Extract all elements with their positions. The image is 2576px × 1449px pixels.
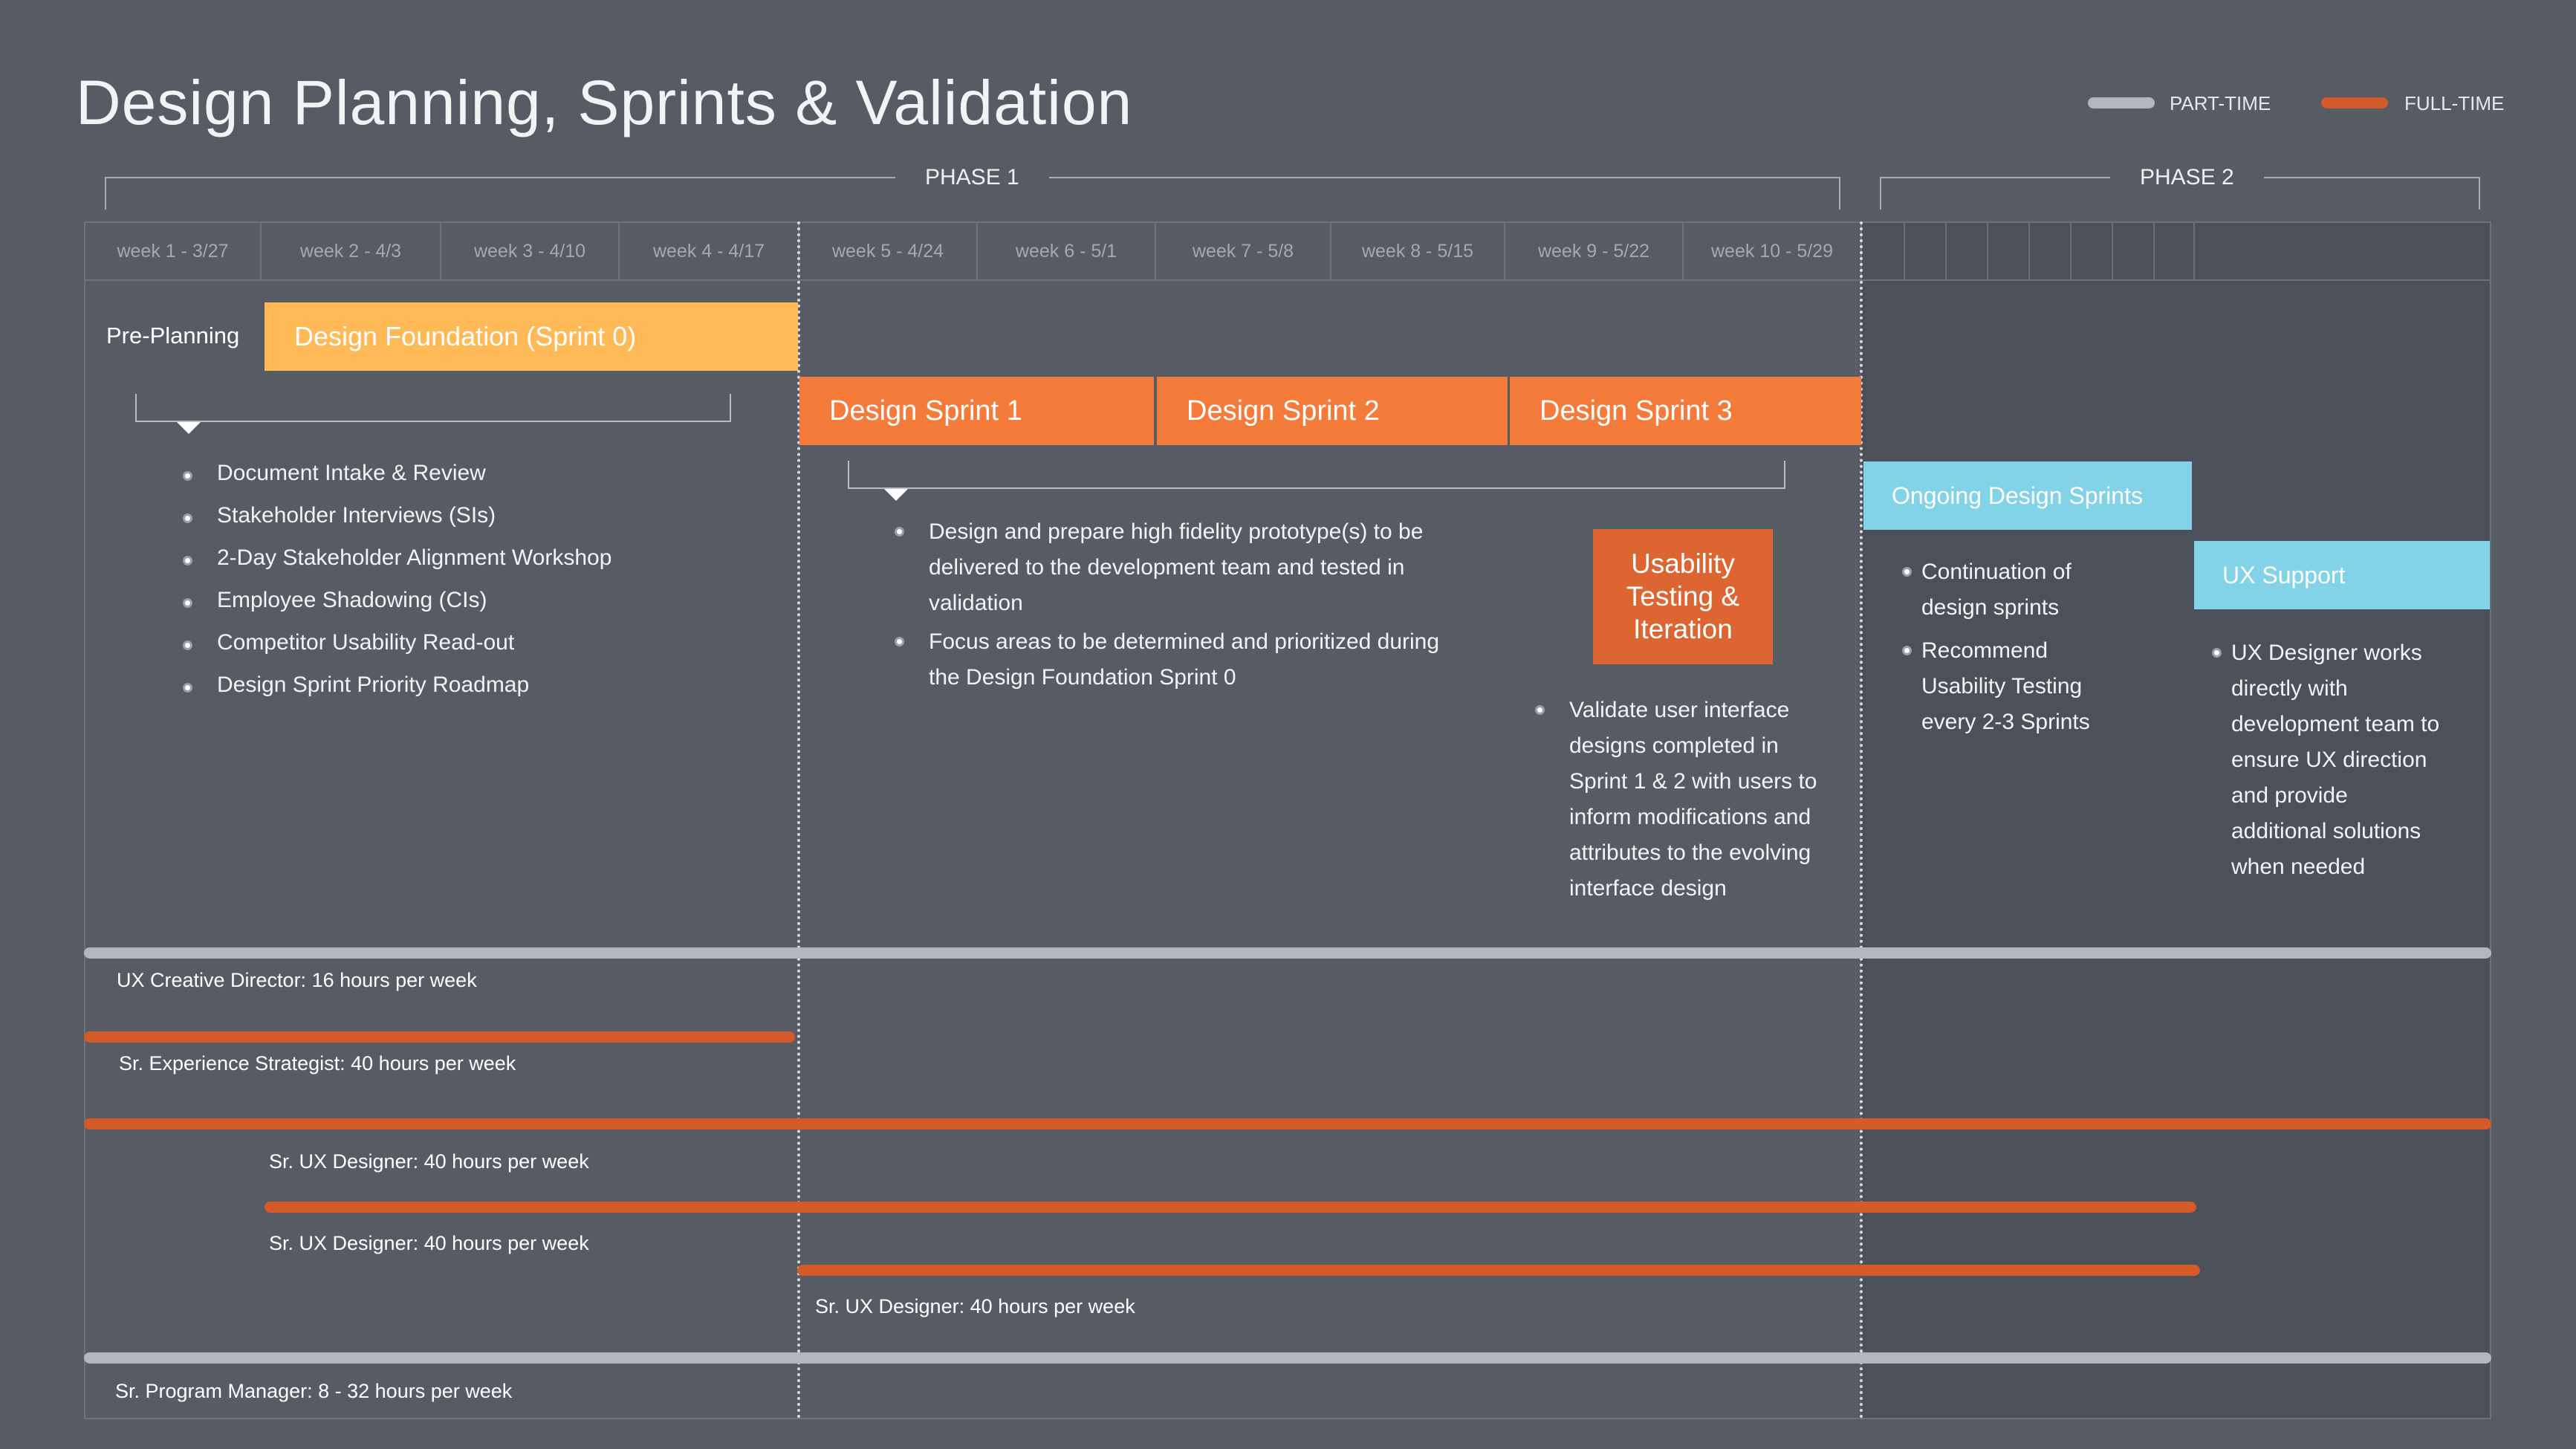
phase-2-week-divider: [1945, 221, 1947, 281]
design-foundation-bar: Design Foundation (Sprint 0): [265, 302, 798, 371]
legend-part-time-swatch: [2088, 97, 2155, 108]
phase-1-label: PHASE 1: [895, 165, 1049, 190]
week-header: week 1 - 3/27: [85, 221, 262, 281]
bullet-icon: [895, 527, 904, 537]
foundation-task-list: Document Intake & Review Stakeholder Int…: [150, 461, 715, 715]
list-item: Design Sprint Priority Roadmap: [150, 672, 715, 715]
list-item: Document Intake & Review: [150, 461, 715, 503]
part-time-resource-line: [84, 947, 2491, 959]
phase-2-week-divider: [2153, 221, 2155, 281]
phase-2-label: PHASE 2: [2110, 165, 2264, 190]
usability-notes-list: Validate user interface designs complete…: [1502, 693, 1859, 907]
list-item: Validate user interface designs complete…: [1502, 693, 1859, 907]
usability-testing-box: Usability Testing & Iteration: [1593, 529, 1773, 664]
pre-planning-label: Pre-Planning: [106, 322, 240, 349]
legend-full-time-swatch: [2321, 97, 2388, 108]
bullet-icon: [183, 683, 192, 693]
part-time-resource-line: [84, 1352, 2491, 1364]
resource-label: Sr. Experience Strategist: 40 hours per …: [119, 1052, 516, 1074]
full-time-resource-line: [84, 1118, 2491, 1129]
resource-label: UX Creative Director: 16 hours per week: [117, 969, 477, 991]
list-item: Focus areas to be determined and priorit…: [862, 624, 1501, 696]
week-header: week 10 - 5/29: [1684, 221, 1862, 281]
week-header: week 3 - 4/10: [441, 221, 620, 281]
page-title: Design Planning, Sprints & Validation: [76, 68, 1133, 137]
full-time-resource-line: [265, 1202, 2196, 1213]
legend-part-time-label: PART-TIME: [2170, 92, 2271, 114]
sprints-bracket-pointer: [884, 489, 908, 501]
design-sprint-2-bar: Design Sprint 2: [1157, 377, 1508, 445]
full-time-resource-line: [84, 1031, 795, 1043]
list-item: Stakeholder Interviews (SIs): [150, 503, 715, 545]
list-item: 2-Day Stakeholder Alignment Workshop: [150, 545, 715, 588]
week-header: week 8 - 5/15: [1331, 221, 1505, 281]
bullet-icon: [1902, 567, 1912, 577]
bullet-icon: [183, 598, 192, 608]
bullet-icon: [183, 513, 192, 523]
bullet-icon: [183, 641, 192, 650]
week-header: week 2 - 4/3: [262, 221, 441, 281]
sprint-notes-list: Design and prepare high fidelity prototy…: [862, 514, 1501, 696]
full-time-resource-line: [797, 1265, 2200, 1276]
ongoing-notes-list: Continuation of design sprints Recommend…: [1871, 554, 2198, 740]
timeline-diagram: Design Planning, Sprints & Validation PA…: [0, 0, 2576, 1449]
ux-support-notes-list: UX Designer works directly with developm…: [2181, 635, 2485, 885]
design-sprint-3-bar: Design Sprint 3: [1510, 377, 1861, 445]
bullet-icon: [183, 556, 192, 565]
legend-full-time-label: FULL-TIME: [2404, 92, 2505, 114]
bullet-icon: [1902, 646, 1912, 655]
foundation-bracket: [135, 394, 731, 422]
design-sprint-1-bar: Design Sprint 1: [799, 377, 1154, 445]
week-header: week 7 - 5/8: [1156, 221, 1331, 281]
resource-label: Sr. UX Designer: 40 hours per week: [815, 1295, 1135, 1317]
ux-support-bar: UX Support: [2194, 541, 2490, 609]
list-item: UX Designer works directly with developm…: [2181, 635, 2485, 885]
phase-2-week-divider: [1987, 221, 1988, 281]
list-item: Recommend Usability Testing every 2-3 Sp…: [1871, 633, 2198, 740]
phase-2-week-divider: [2112, 221, 2113, 281]
week-header: week 5 - 4/24: [799, 221, 978, 281]
foundation-bracket-pointer: [177, 422, 201, 434]
bullet-icon: [895, 637, 904, 646]
list-item: Competitor Usability Read-out: [150, 630, 715, 672]
ongoing-design-sprints-bar: Ongoing Design Sprints: [1863, 461, 2192, 530]
phase-2-week-divider: [2070, 221, 2071, 281]
bullet-icon: [1535, 705, 1545, 715]
list-item: Design and prepare high fidelity prototy…: [862, 514, 1501, 621]
phase-2-week-divider: [2028, 221, 2030, 281]
phase-2-week-divider: [1904, 221, 1905, 281]
week-header: week 4 - 4/17: [620, 221, 799, 281]
resource-label: Sr. UX Designer: 40 hours per week: [269, 1150, 589, 1173]
resource-label: Sr. UX Designer: 40 hours per week: [269, 1232, 589, 1254]
week-header: week 6 - 5/1: [978, 221, 1156, 281]
list-item: Employee Shadowing (CIs): [150, 588, 715, 630]
phase-2-week-divider: [2193, 221, 2195, 281]
sprints-bracket: [848, 461, 1785, 489]
list-item: Continuation of design sprints: [1871, 554, 2198, 626]
bullet-icon: [2212, 648, 2222, 658]
bullet-icon: [183, 471, 192, 481]
week-header: week 9 - 5/22: [1505, 221, 1684, 281]
resource-label: Sr. Program Manager: 8 - 32 hours per we…: [115, 1380, 513, 1402]
